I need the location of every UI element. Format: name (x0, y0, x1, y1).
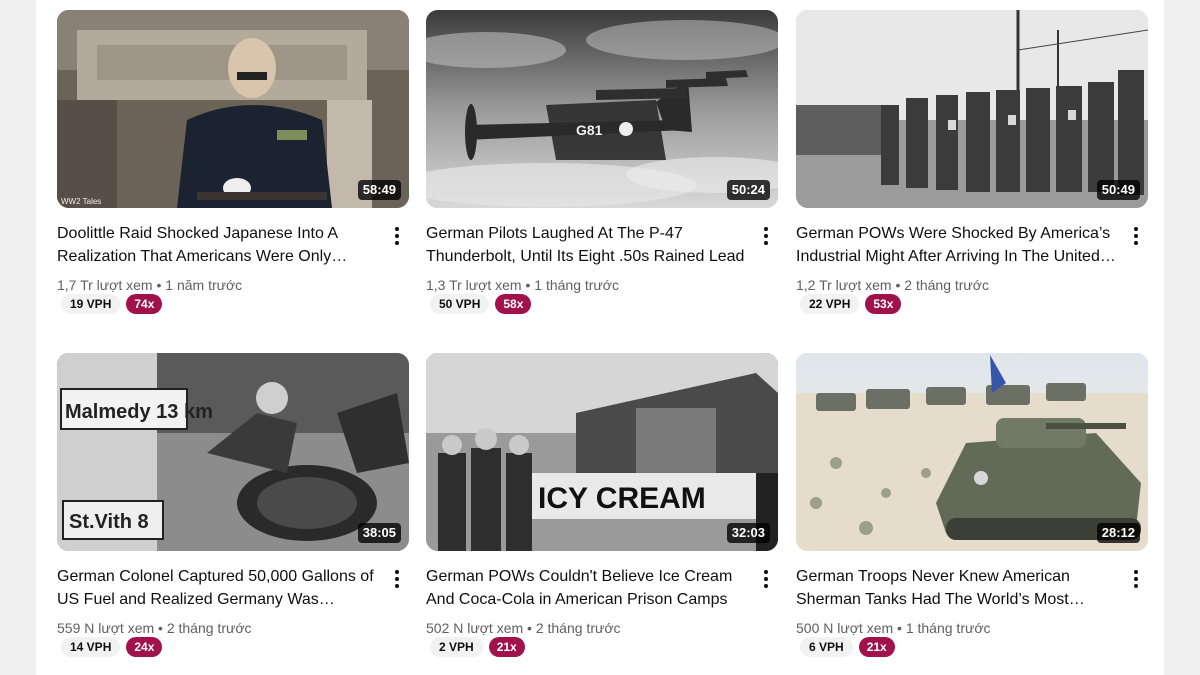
sign-malmedy: Malmedy 13 km (65, 401, 213, 423)
upload-age: 1 năm trước (165, 277, 243, 293)
view-count: 502 N lượt xem (426, 620, 524, 636)
outlier-multiplier-badge: 21x (858, 637, 895, 657)
sign-stvith: St.Vith 8 (69, 511, 149, 533)
thumbnail-image (796, 10, 1148, 208)
upload-age: 2 tháng trước (166, 620, 252, 636)
video-grid: WW2 Tales 58:49 Doolittle Raid Shocked J… (36, 0, 1164, 675)
more-actions-icon[interactable] (754, 224, 778, 248)
video-title[interactable]: German POWs Couldn't Believe Ice Cream A… (426, 565, 746, 611)
video-thumbnail[interactable]: ICY CREAM 32:03 (426, 353, 778, 551)
more-actions-icon[interactable] (754, 567, 778, 591)
video-thumbnail[interactable]: 50:49 (796, 10, 1148, 208)
thumbnail-image (796, 353, 1148, 551)
video-title[interactable]: German Pilots Laughed At The P-47 Thunde… (426, 222, 746, 268)
more-actions-icon[interactable] (1124, 224, 1148, 248)
meta-separator: • (521, 277, 535, 293)
vph-badge: 2 VPH (430, 637, 483, 657)
video-title[interactable]: German POWs Were Shocked By America’s In… (796, 222, 1116, 268)
duration-badge: 32:03 (726, 523, 770, 543)
duration-badge: 50:49 (1096, 180, 1140, 200)
video-meta: 1,7 Tr lượt xem • 1 năm trước (57, 275, 242, 295)
outlier-multiplier-badge: 53x (865, 294, 902, 314)
video-card[interactable]: 28:12 German Troops Never Knew American … (796, 353, 1148, 657)
meta-separator: • (893, 620, 906, 636)
upload-age: 2 tháng trước (535, 620, 621, 636)
thumbnail-image (57, 10, 409, 208)
duration-badge: 38:05 (357, 523, 401, 543)
stats-badges: 2 VPH 21x (430, 637, 525, 657)
banner-icecream: ICY CREAM (538, 482, 706, 515)
meta-separator: • (152, 277, 166, 293)
video-card[interactable]: ICY CREAM 32:03 German POWs Couldn't Bel… (426, 353, 778, 657)
channel-watermark: WW2 Tales (61, 197, 102, 206)
stats-badges: 19 VPH 74x (61, 294, 163, 314)
stats-badges: 22 VPH 53x (800, 294, 902, 314)
duration-badge: 58:49 (357, 180, 401, 200)
view-count: 1,7 Tr lượt xem (57, 277, 153, 293)
video-card[interactable]: Malmedy 13 km St.Vith 8 38:05 German Col… (57, 353, 409, 657)
video-meta: 500 N lượt xem • 1 tháng trước (796, 618, 991, 638)
view-count: 1,3 Tr lượt xem (426, 277, 522, 293)
upload-age: 1 tháng trước (534, 277, 619, 293)
video-meta: 559 N lượt xem • 2 tháng trước (57, 618, 252, 638)
more-actions-icon[interactable] (385, 567, 409, 591)
vph-badge: 50 VPH (430, 294, 490, 314)
video-card[interactable]: WW2 Tales 58:49 Doolittle Raid Shocked J… (57, 10, 409, 314)
meta-separator: • (523, 620, 536, 636)
video-thumbnail[interactable]: Malmedy 13 km St.Vith 8 38:05 (57, 353, 409, 551)
vph-badge: 14 VPH (61, 637, 121, 657)
video-meta: 502 N lượt xem • 2 tháng trước (426, 618, 621, 638)
video-card[interactable]: 50:49 German POWs Were Shocked By Americ… (796, 10, 1148, 314)
video-card[interactable]: G81 50:24 German Pilots Laughed At The P… (426, 10, 778, 314)
outlier-multiplier-badge: 74x (126, 294, 163, 314)
vph-badge: 22 VPH (800, 294, 860, 314)
video-title[interactable]: German Colonel Captured 50,000 Gallons o… (57, 565, 377, 611)
upload-age: 2 tháng trước (904, 277, 989, 293)
video-thumbnail[interactable]: 28:12 (796, 353, 1148, 551)
more-actions-icon[interactable] (385, 224, 409, 248)
video-meta: 1,2 Tr lượt xem • 2 tháng trước (796, 275, 989, 295)
video-thumbnail[interactable]: G81 50:24 (426, 10, 778, 208)
duration-badge: 50:24 (726, 180, 770, 200)
video-meta: 1,3 Tr lượt xem • 1 tháng trước (426, 275, 619, 295)
vph-badge: 6 VPH (800, 637, 853, 657)
stats-badges: 50 VPH 58x (430, 294, 532, 314)
duration-badge: 28:12 (1096, 523, 1140, 543)
more-actions-icon[interactable] (1124, 567, 1148, 591)
thumbnail-image: ICY CREAM (426, 353, 778, 551)
plane-code-text: G81 (576, 122, 603, 138)
meta-separator: • (891, 277, 905, 293)
thumbnail-image: G81 (426, 10, 778, 208)
view-count: 559 N lượt xem (57, 620, 155, 636)
outlier-multiplier-badge: 21x (488, 637, 525, 657)
thumbnail-image: Malmedy 13 km St.Vith 8 (57, 353, 409, 551)
vph-badge: 19 VPH (61, 294, 121, 314)
stats-badges: 6 VPH 21x (800, 637, 895, 657)
outlier-multiplier-badge: 58x (495, 294, 532, 314)
video-title[interactable]: German Troops Never Knew American Sherma… (796, 565, 1116, 611)
upload-age: 1 tháng trước (905, 620, 991, 636)
meta-separator: • (154, 620, 167, 636)
video-title[interactable]: Doolittle Raid Shocked Japanese Into A R… (57, 222, 377, 268)
view-count: 500 N lượt xem (796, 620, 894, 636)
outlier-multiplier-badge: 24x (126, 637, 163, 657)
view-count: 1,2 Tr lượt xem (796, 277, 892, 293)
video-thumbnail[interactable]: WW2 Tales 58:49 (57, 10, 409, 208)
stats-badges: 14 VPH 24x (61, 637, 163, 657)
